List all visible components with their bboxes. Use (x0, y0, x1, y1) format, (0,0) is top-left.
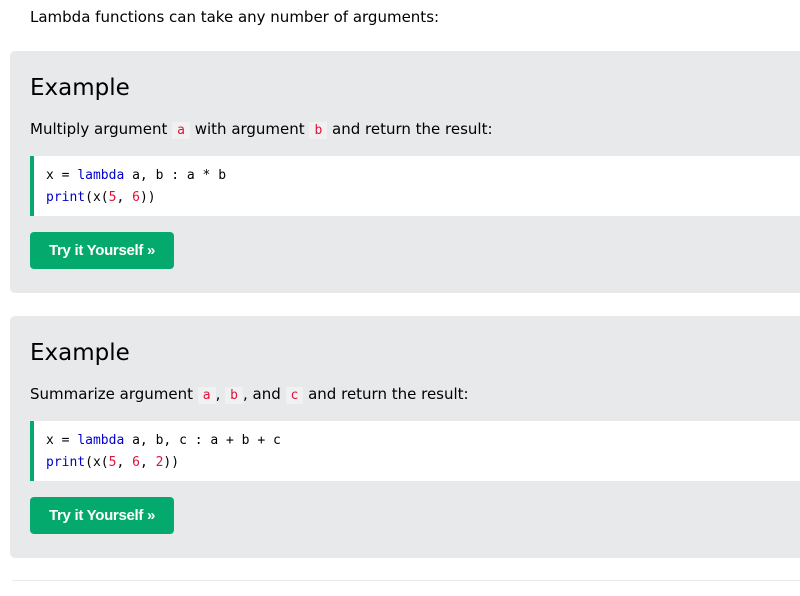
code-number: 6 (132, 190, 140, 205)
example-description: Multiply argument a with argument b and … (30, 119, 493, 141)
desc-text: , (215, 385, 226, 403)
inline-code-b: b (309, 122, 328, 139)
code-block: x = lambda a, b, c : a + b + c print(x(5,… (30, 421, 800, 481)
code-text: (x( (85, 190, 109, 205)
code-keyword: lambda (77, 433, 125, 448)
example-box: Example Summarize argument a, b, and c a… (10, 316, 800, 558)
code-keyword: lambda (77, 168, 125, 183)
code-keyword: print (46, 190, 86, 205)
code-line: print(x(5, 6, 2)) (46, 452, 800, 474)
code-line: x = lambda a, b : a * b (46, 165, 800, 187)
code-line: print(x(5, 6)) (46, 187, 800, 209)
inline-code-a: a (197, 387, 216, 404)
desc-text: and return the result: (303, 385, 469, 403)
example-description: Summarize argument a, b, and c and retur… (30, 384, 469, 406)
code-text: , (139, 455, 156, 470)
code-text: )) (139, 190, 156, 205)
code-text: x = (46, 433, 78, 448)
example-title: Example (30, 75, 130, 101)
code-text: , (116, 455, 133, 470)
desc-text: Multiply argument (30, 120, 173, 138)
code-text: a, b : a * b (124, 168, 227, 183)
example-title: Example (30, 340, 130, 366)
code-number: 6 (132, 455, 140, 470)
inline-code-c: c (285, 387, 304, 404)
code-text: x = (46, 168, 78, 183)
desc-text: Summarize argument (30, 385, 198, 403)
code-line: x = lambda a, b, c : a + b + c (46, 430, 800, 452)
code-text: (x( (85, 455, 109, 470)
inline-code-a: a (172, 122, 190, 139)
try-it-yourself-button[interactable]: Try it Yourself » (30, 497, 174, 534)
code-text: , (116, 190, 133, 205)
desc-text: , and (242, 385, 286, 403)
inline-code-b: b (225, 387, 243, 404)
code-block: x = lambda a, b : a * b print(x(5, 6)) (30, 156, 800, 216)
try-it-yourself-button[interactable]: Try it Yourself » (30, 232, 174, 269)
code-keyword: print (46, 455, 86, 470)
divider (12, 580, 800, 581)
code-text: )) (163, 455, 180, 470)
intro-text: Lambda functions can take any number of … (30, 8, 440, 26)
desc-text: with argument (189, 120, 310, 138)
code-text: a, b, c : a + b + c (124, 433, 281, 448)
desc-text: and return the result: (327, 120, 493, 138)
example-box: Example Multiply argument a with argumen… (10, 51, 800, 293)
